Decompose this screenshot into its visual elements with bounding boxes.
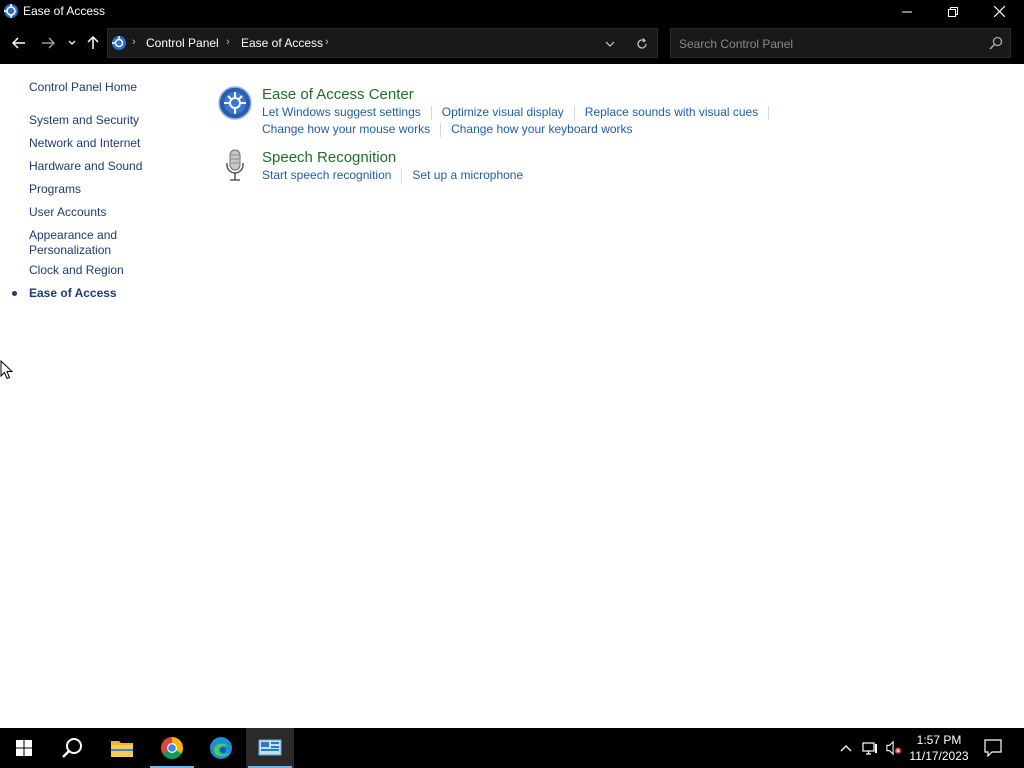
edge-taskbar-button[interactable] (197, 728, 245, 768)
control-panel-icon (258, 739, 282, 756)
link-divider (573, 105, 575, 120)
link-divider (430, 105, 432, 120)
chevron-right-icon[interactable]: › (132, 36, 136, 48)
set-up-a-microphone-link[interactable]: Set up a microphone (412, 168, 523, 182)
ease-of-access-icon (3, 3, 19, 19)
let-windows-suggest-settings-link[interactable]: Let Windows suggest settings (262, 105, 421, 119)
start-button[interactable] (0, 728, 48, 768)
optimize-visual-display-link[interactable]: Optimize visual display (442, 105, 564, 119)
mouse-pointer-icon (0, 359, 14, 385)
sidebar-item-appearance-line2[interactable]: Personalization (29, 243, 111, 258)
ease-of-access-center-link[interactable]: Ease of Access Center (262, 86, 414, 103)
address-bar[interactable]: › Control Panel › Ease of Access › (107, 28, 658, 58)
control-panel-icon (111, 35, 127, 51)
left-navigation-pane: Control Panel Home System and Security N… (0, 64, 200, 728)
search-icon (62, 738, 82, 758)
sidebar-item-ease-of-access: Ease of Access (29, 286, 117, 300)
taskbar: 1:57 PM 11/17/2023 (0, 728, 1024, 768)
chrome-taskbar-button[interactable] (148, 728, 196, 768)
speech-recognition-link[interactable]: Speech Recognition (262, 149, 396, 166)
chevron-right-icon[interactable]: › (226, 36, 230, 48)
search-box[interactable] (670, 28, 1011, 58)
minimize-button[interactable] (884, 0, 930, 23)
ease-of-access-links-row1: Let Windows suggest settings Optimize vis… (262, 105, 779, 120)
link-divider (440, 122, 442, 137)
ease-of-access-icon[interactable] (218, 86, 252, 120)
start-speech-recognition-link[interactable]: Start speech recognition (262, 168, 391, 182)
clock-date: 11/17/2023 (909, 749, 969, 763)
search-taskbar-button[interactable] (48, 728, 96, 768)
clock-time: 1:57 PM (916, 733, 962, 747)
show-hidden-icons-chevron-up-icon[interactable] (838, 740, 854, 756)
edge-icon (210, 737, 232, 759)
back-button[interactable] (8, 32, 30, 54)
breadcrumb-ease-of-access[interactable]: Ease of Access (241, 36, 323, 50)
up-button[interactable] (82, 32, 104, 54)
microphone-icon[interactable] (218, 149, 252, 183)
link-divider (768, 105, 770, 120)
current-item-bullet-icon (12, 291, 17, 296)
close-button[interactable] (976, 0, 1022, 23)
network-icon[interactable] (862, 740, 878, 756)
sidebar-item-appearance-line1[interactable]: Appearance and (29, 228, 117, 243)
chevron-down-icon[interactable] (602, 36, 618, 52)
sidebar-item-hardware-and-sound[interactable]: Hardware and Sound (29, 159, 142, 174)
speech-recognition-links-row: Start speech recognition Set up a microph… (262, 168, 523, 183)
change-how-your-keyboard-works-link[interactable]: Change how your keyboard works (451, 122, 632, 136)
link-divider (401, 168, 403, 183)
sidebar-item-network-and-internet[interactable]: Network and Internet (29, 136, 140, 151)
forward-button[interactable] (37, 32, 59, 54)
chevron-right-icon[interactable]: › (325, 36, 329, 48)
replace-sounds-with-visual-cues-link[interactable]: Replace sounds with visual cues (585, 105, 758, 119)
sidebar-item-system-and-security[interactable]: System and Security (29, 113, 139, 128)
window-title: Ease of Access (23, 4, 106, 18)
search-icon[interactable] (989, 36, 1003, 50)
search-input[interactable] (679, 35, 979, 53)
sidebar-item-programs[interactable]: Programs (29, 182, 81, 197)
folder-icon (111, 741, 133, 757)
control-panel-window: Ease of Access › Control Panel › Ease of… (0, 0, 1024, 728)
action-center-notification-icon[interactable] (984, 739, 1002, 757)
volume-muted-icon[interactable] (886, 740, 902, 756)
ease-of-access-links-row2: Change how your mouse works Change how yo… (262, 122, 633, 137)
recent-locations-dropdown[interactable] (61, 32, 83, 54)
breadcrumb-control-panel[interactable]: Control Panel (146, 36, 219, 50)
title-bar[interactable]: Ease of Access (0, 0, 1024, 23)
sidebar-item-clock-and-region[interactable]: Clock and Region (29, 263, 124, 278)
file-explorer-taskbar-button[interactable] (98, 728, 146, 768)
chrome-icon (161, 737, 183, 759)
control-panel-taskbar-button[interactable] (246, 728, 294, 768)
taskbar-clock[interactable]: 1:57 PM 11/17/2023 (904, 732, 974, 764)
change-how-your-mouse-works-link[interactable]: Change how your mouse works (262, 122, 430, 136)
control-panel-home-link[interactable]: Control Panel Home (29, 80, 137, 95)
windows-logo-icon (16, 740, 32, 756)
sidebar-item-user-accounts[interactable]: User Accounts (29, 205, 106, 220)
refresh-icon[interactable] (634, 36, 650, 52)
restore-button[interactable] (930, 0, 976, 23)
